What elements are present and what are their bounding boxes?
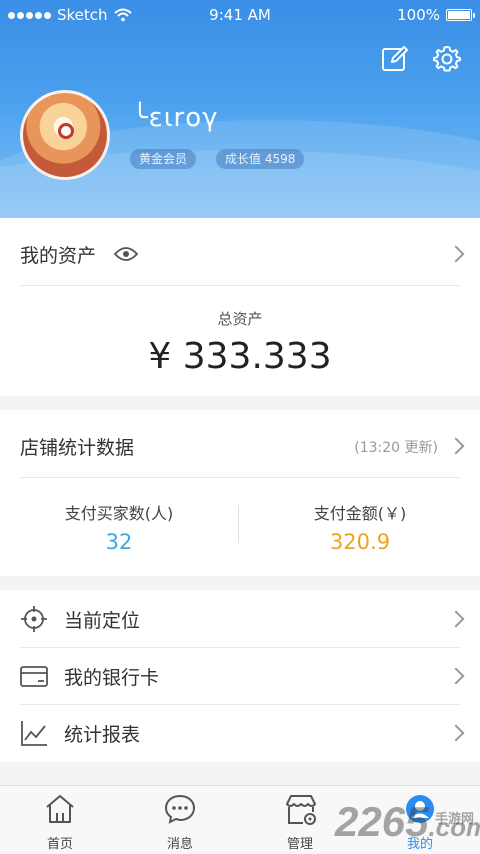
battery-percent: 100%: [397, 6, 440, 24]
assets-title: 我的资产: [20, 245, 97, 267]
message-icon: [164, 794, 196, 824]
store-stats-chevron-icon[interactable]: [447, 437, 465, 455]
stats-divider: [238, 505, 239, 543]
battery-icon: [446, 9, 475, 21]
home-icon: [46, 795, 74, 823]
total-assets-value: ¥ 333.333: [148, 336, 332, 377]
eye-visibility-icon[interactable]: [114, 246, 138, 262]
user-nickname: ╰ειrογ: [132, 103, 219, 133]
status-bar: Sketch 9:41 AM 100%: [0, 0, 480, 30]
buyers-label: 支付买家数(人): [64, 504, 174, 523]
tab-label: 首页: [46, 837, 73, 852]
assets-card: 我的资产 总资产 ¥ 333.333: [0, 218, 480, 396]
menu-card: 当前定位 我的银行卡 统计报表: [0, 590, 480, 762]
menu-item-location[interactable]: 当前定位: [0, 590, 480, 647]
menu-label: 我的银行卡: [64, 667, 160, 689]
line-chart-icon: [21, 721, 47, 746]
buyers-value: 32: [105, 530, 133, 554]
divider: [20, 285, 460, 286]
site-watermark: 2265.com 手游网: [335, 798, 480, 845]
chevron-right-icon: [447, 667, 465, 685]
assets-chevron-icon[interactable]: [447, 245, 465, 263]
chevron-right-icon: [447, 724, 465, 742]
store-stats-title: 店铺统计数据: [20, 437, 135, 459]
location-crosshair-icon: [21, 606, 47, 632]
bank-card-icon: [20, 666, 48, 687]
member-level-badge: 黄金会员: [130, 149, 197, 169]
divider: [20, 477, 460, 478]
menu-item-reports[interactable]: 统计报表: [0, 704, 480, 761]
menu-label: 统计报表: [64, 724, 141, 746]
settings-gear-icon[interactable]: [432, 44, 462, 74]
tab-label: 消息: [166, 837, 193, 852]
menu-item-bank-card[interactable]: 我的银行卡: [0, 647, 480, 704]
store-stats-card: 店铺统计数据 (13:20 更新) 支付买家数(人) 32 支付金额(￥) 32…: [0, 410, 480, 576]
total-assets-label: 总资产: [217, 310, 263, 328]
amount-label: 支付金额(￥): [313, 504, 407, 523]
update-time-note: (13:20 更新): [354, 440, 438, 456]
growth-value-badge: 成长值 4598: [216, 149, 305, 169]
edit-icon[interactable]: [380, 44, 410, 74]
amount-value: 320.9: [329, 530, 391, 554]
tab-messages[interactable]: 消息: [120, 786, 240, 854]
tab-home[interactable]: 首页: [0, 786, 120, 854]
chevron-right-icon: [447, 610, 465, 628]
menu-label: 当前定位: [64, 610, 141, 632]
avatar[interactable]: [20, 90, 110, 180]
watermark-site: 手游网: [435, 811, 475, 826]
store-manage-icon: [286, 795, 316, 825]
profile-header: Sketch 9:41 AM 100% ╰ειrογ 黄金会员 成长值 4598: [0, 0, 480, 218]
